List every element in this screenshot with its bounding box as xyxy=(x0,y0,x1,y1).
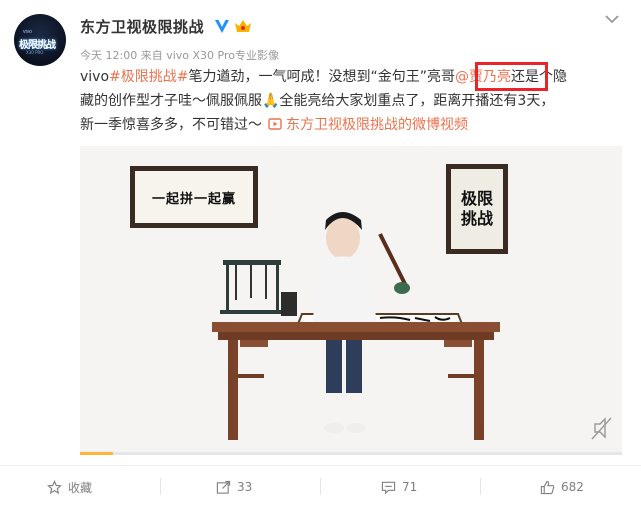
brush-rack xyxy=(220,260,286,314)
vip-crown-icon[interactable] xyxy=(234,18,252,34)
video-link-icon xyxy=(268,118,282,130)
comment-button[interactable]: 71 xyxy=(381,476,417,498)
comment-icon xyxy=(381,481,396,494)
comment-count: 71 xyxy=(402,480,418,494)
avatar-badge-top: vivo xyxy=(23,29,32,35)
mute-icon[interactable] xyxy=(591,417,612,440)
brush-holder xyxy=(281,292,297,316)
like-icon xyxy=(540,480,555,494)
avatar[interactable]: vivo 极限挑战 X30 PRO xyxy=(14,14,66,66)
post-line2: 藏的创作型才子哇～佩服佩服🙏全能亮给大家划重点了，距离开播还有3天， xyxy=(80,93,555,109)
divider xyxy=(480,478,481,495)
verified-icon xyxy=(215,20,229,33)
video-link[interactable]: 东方卫视极限挑战的微博视频 xyxy=(262,117,468,133)
star-icon xyxy=(47,479,62,494)
video-player[interactable]: 一起拼一起赢 极限挑战 xyxy=(80,146,622,453)
favorite-button[interactable]: 收藏 xyxy=(47,476,92,498)
mention-highlight-box xyxy=(475,62,548,91)
divider xyxy=(320,478,321,495)
video-progress-fill xyxy=(80,452,113,455)
like-count: 682 xyxy=(561,480,584,494)
chevron-down-icon[interactable] xyxy=(605,14,619,24)
divider xyxy=(160,478,161,495)
weibo-post-card: vivo 极限挑战 X30 PRO 东方卫视极限挑战 今天 12:00 来自 v… xyxy=(0,0,641,507)
favorite-label: 收藏 xyxy=(68,480,93,495)
hashtag-link[interactable]: #极限挑战# xyxy=(109,69,188,85)
avatar-badge-sub: X30 PRO xyxy=(26,50,44,55)
account-name[interactable]: 东方卫视极限挑战 xyxy=(80,16,204,37)
brand-text: vivo xyxy=(80,69,110,85)
repost-count: 33 xyxy=(237,480,253,494)
post-line3: 新一季惊喜多多，不可错过～ xyxy=(80,117,262,133)
video-progress-bar[interactable] xyxy=(80,452,622,455)
share-icon xyxy=(216,480,231,494)
action-bar: 收藏 33 71 682 xyxy=(0,465,641,507)
repost-button[interactable]: 33 xyxy=(216,476,252,498)
post-meta: 今天 12:00 来自 vivo X30 Pro专业影像 xyxy=(80,49,279,62)
like-button[interactable]: 682 xyxy=(540,476,584,498)
avatar-badge-main: 极限挑战 xyxy=(19,40,56,51)
video-link-label: 东方卫视极限挑战的微博视频 xyxy=(286,117,468,133)
post-line1: 笔力遒劲，一气呵成！没想到“金句王”亮哥 xyxy=(188,69,456,85)
video-scene xyxy=(212,212,612,440)
